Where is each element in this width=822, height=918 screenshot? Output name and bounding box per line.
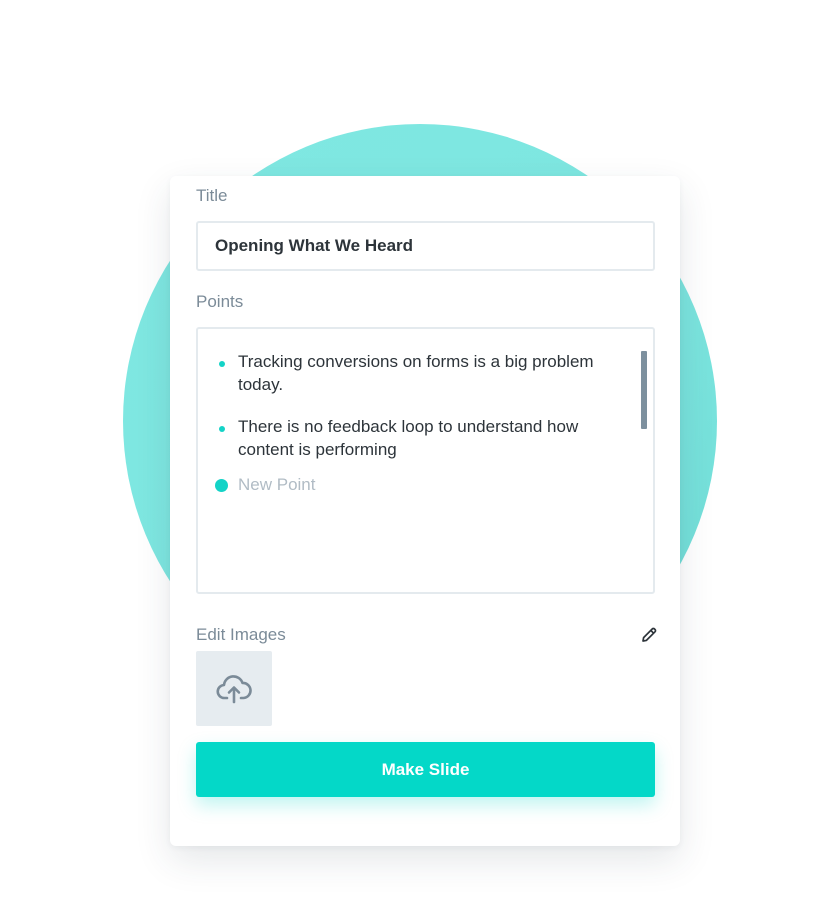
slide-editor-card: Title Points Tracking conversions on for… xyxy=(170,176,680,846)
point-item[interactable]: There is no feedback loop to understand … xyxy=(238,415,623,461)
edit-images-label: Edit Images xyxy=(196,625,286,644)
new-point-placeholder[interactable]: New Point xyxy=(238,475,315,495)
points-scrollbar[interactable] xyxy=(641,351,647,429)
title-input[interactable] xyxy=(196,221,655,271)
bullet-icon xyxy=(219,361,225,367)
cloud-upload-icon xyxy=(216,675,252,704)
point-item[interactable]: Tracking conversions on forms is a big p… xyxy=(238,350,623,396)
stage: Title Points Tracking conversions on for… xyxy=(0,0,822,918)
title-label: Title xyxy=(196,186,228,205)
new-point-bullet-icon xyxy=(215,479,228,492)
points-label: Points xyxy=(196,292,244,311)
pencil-icon[interactable] xyxy=(640,626,658,644)
bullet-icon xyxy=(219,426,225,432)
image-upload-tile[interactable] xyxy=(196,651,272,726)
make-slide-button[interactable]: Make Slide xyxy=(196,742,655,797)
points-editor[interactable]: Tracking conversions on forms is a big p… xyxy=(196,327,655,594)
